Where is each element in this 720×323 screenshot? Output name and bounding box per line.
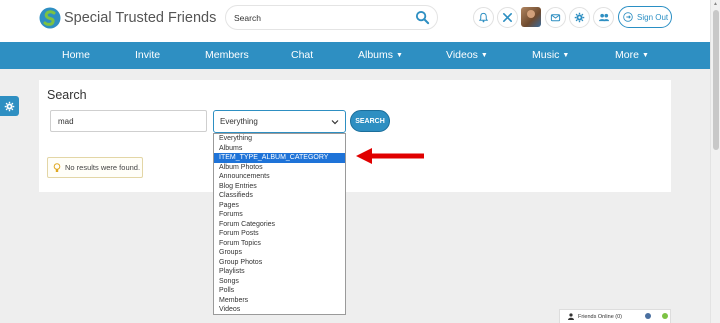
dropdown-option[interactable]: Forum Categories xyxy=(214,220,345,230)
search-type-dropdown: Everything Albums ITEM_TYPE_ALBUM_CATEGO… xyxy=(213,133,346,315)
nav-videos-label: Videos xyxy=(446,49,478,61)
search-type-select[interactable]: Everything xyxy=(213,110,346,133)
dropdown-option[interactable]: Videos xyxy=(214,305,345,315)
dropdown-option-highlighted[interactable]: ITEM_TYPE_ALBUM_CATEGORY xyxy=(214,153,345,163)
nav-videos[interactable]: Videos ▼ xyxy=(446,42,488,69)
messages-button[interactable] xyxy=(545,7,566,28)
dropdown-option[interactable]: Polls xyxy=(214,286,345,296)
chevron-down-icon xyxy=(331,120,339,125)
status-dot[interactable] xyxy=(645,313,651,319)
dropdown-option[interactable]: Members xyxy=(214,296,345,306)
chevron-down-icon: ▼ xyxy=(641,52,649,59)
search-query-input[interactable] xyxy=(50,110,207,132)
dropdown-option[interactable]: Blog Entries xyxy=(214,182,345,192)
top-header: Special Trusted Friends Search Sign Out xyxy=(0,0,710,42)
settings-button[interactable] xyxy=(569,7,590,28)
friends-online-bar[interactable]: Friends Online (0) xyxy=(559,309,671,323)
gear-icon xyxy=(574,12,585,23)
sign-out-label: Sign Out xyxy=(637,12,669,22)
no-results-text: No results were found. xyxy=(65,163,141,172)
nav-chat-label: Chat xyxy=(291,49,314,61)
bell-icon xyxy=(478,12,489,23)
header-search[interactable] xyxy=(225,5,438,30)
search-icon[interactable] xyxy=(415,10,430,25)
dropdown-option[interactable]: Groups xyxy=(214,248,345,258)
search-submit-button[interactable]: SEARCH xyxy=(350,110,390,132)
nav-albums[interactable]: Albums ▼ xyxy=(358,42,403,69)
nav-more-label: More xyxy=(615,49,639,61)
tools-button[interactable] xyxy=(497,7,518,28)
tools-icon xyxy=(503,13,512,22)
main-nav: Home Invite Members Chat Albums ▼ Videos ▼… xyxy=(0,42,710,69)
dropdown-option[interactable]: Pages xyxy=(214,201,345,211)
user-icon xyxy=(568,313,574,320)
dropdown-option[interactable]: Playlists xyxy=(214,267,345,277)
nav-invite-label: Invite xyxy=(135,49,161,61)
sign-out-icon xyxy=(623,12,633,22)
nav-home[interactable]: Home xyxy=(62,42,90,69)
dropdown-option[interactable]: Albums xyxy=(214,144,345,154)
dropdown-option[interactable]: Songs xyxy=(214,277,345,287)
mail-icon xyxy=(550,14,561,22)
nav-more[interactable]: More ▼ xyxy=(615,42,649,69)
users-icon xyxy=(598,13,609,22)
nav-music[interactable]: Music ▼ xyxy=(532,42,569,69)
chevron-down-icon: ▼ xyxy=(562,52,570,59)
notifications-button[interactable] xyxy=(473,7,494,28)
dropdown-option[interactable]: Forums xyxy=(214,210,345,220)
no-results-alert: No results were found. xyxy=(47,157,143,178)
nav-albums-label: Albums xyxy=(358,49,394,61)
dropdown-option[interactable]: Album Photos xyxy=(214,163,345,173)
scroll-up-icon[interactable]: ▲ xyxy=(713,1,718,7)
nav-members[interactable]: Members xyxy=(205,42,249,69)
chevron-down-icon: ▼ xyxy=(480,52,488,59)
annotation-arrow-icon xyxy=(356,148,424,164)
site-logo-icon[interactable] xyxy=(39,7,61,29)
site-title[interactable]: Special Trusted Friends xyxy=(64,10,216,26)
dropdown-option[interactable]: Forum Posts xyxy=(214,229,345,239)
lightbulb-icon xyxy=(53,162,61,172)
status-dot[interactable] xyxy=(662,313,668,319)
nav-music-label: Music xyxy=(532,49,560,61)
gear-icon xyxy=(4,101,15,111)
nav-members-label: Members xyxy=(205,49,249,61)
dropdown-option[interactable]: Classifieds xyxy=(214,191,345,201)
page-title: Search xyxy=(47,88,87,102)
user-avatar[interactable] xyxy=(521,7,541,27)
header-search-input[interactable] xyxy=(234,10,404,26)
dropdown-option[interactable]: Group Photos xyxy=(214,258,345,268)
search-type-value: Everything xyxy=(220,117,258,126)
nav-home-label: Home xyxy=(62,49,91,61)
scrollbar-thumb[interactable] xyxy=(713,10,719,150)
dropdown-option[interactable]: Forum Topics xyxy=(214,239,345,249)
dropdown-option[interactable]: Everything xyxy=(214,134,345,144)
dropdown-option[interactable]: Announcements xyxy=(214,172,345,182)
friends-button[interactable] xyxy=(593,7,614,28)
nav-invite[interactable]: Invite xyxy=(135,42,160,69)
friends-online-label: Friends Online (0) xyxy=(578,313,623,320)
sign-out-button[interactable]: Sign Out xyxy=(618,6,672,28)
page-scrollbar[interactable]: ▲ xyxy=(710,0,720,323)
side-settings-button[interactable] xyxy=(0,96,19,116)
nav-chat[interactable]: Chat xyxy=(291,42,313,69)
chevron-down-icon: ▼ xyxy=(396,52,403,59)
